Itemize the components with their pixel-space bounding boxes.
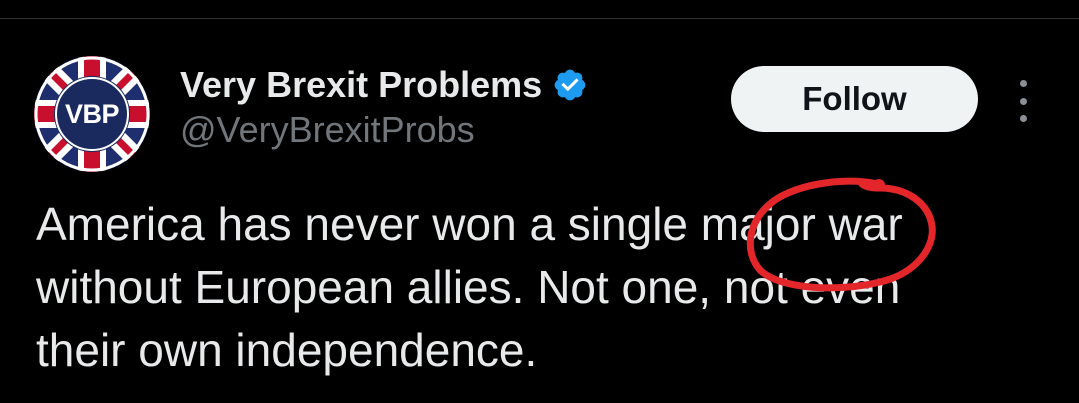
avatar-logo-text: VBP <box>64 99 120 129</box>
verified-badge-icon[interactable] <box>552 67 588 103</box>
more-dot <box>1019 115 1027 122</box>
user-handle[interactable]: @VeryBrexitProbs <box>180 109 475 151</box>
avatar[interactable]: VBP <box>34 56 150 172</box>
more-dot <box>1019 80 1027 87</box>
display-name[interactable]: Very Brexit Problems <box>180 64 542 106</box>
name-row: Very Brexit Problems <box>180 62 588 108</box>
tweet-text: America has never won a single major war… <box>36 198 903 376</box>
more-vertical-icon[interactable] <box>1010 80 1036 122</box>
follow-button[interactable]: Follow <box>731 66 978 132</box>
top-divider <box>0 18 1079 19</box>
more-dot <box>1019 97 1027 105</box>
